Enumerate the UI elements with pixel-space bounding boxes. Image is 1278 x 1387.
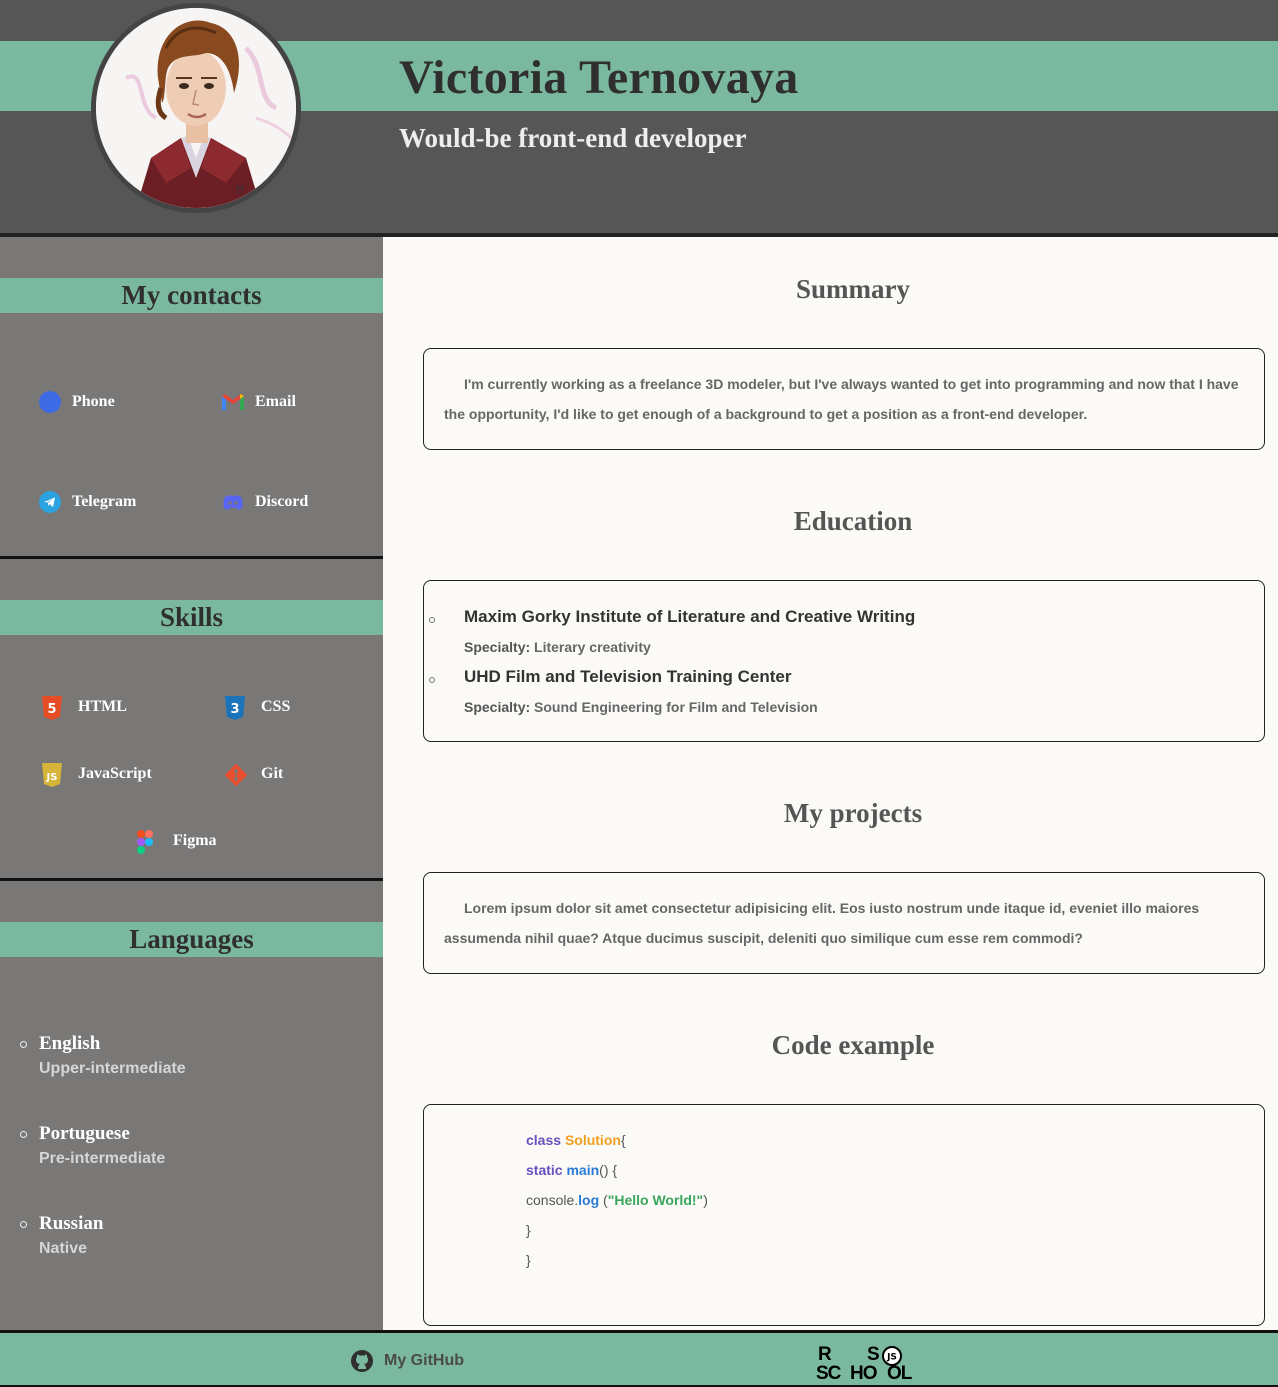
rs-logo-letter: S xyxy=(867,1344,880,1365)
code-string: "Hello World!" xyxy=(607,1192,704,1208)
js-badge-icon: JS xyxy=(882,1346,902,1366)
code-punct: ( xyxy=(599,1192,608,1208)
gmail-icon xyxy=(221,390,245,414)
contact-label: Phone xyxy=(72,393,115,410)
github-label: My GitHub xyxy=(384,1352,464,1369)
git-icon xyxy=(223,762,248,787)
telegram-icon xyxy=(38,490,62,514)
code-punct: { xyxy=(620,1132,626,1148)
rs-logo-letter: R xyxy=(818,1344,832,1365)
code-line: static main() { xyxy=(526,1155,708,1185)
javascript-icon: JS xyxy=(40,762,64,787)
sidebar-divider xyxy=(0,556,383,559)
code-example-card: class Solution{ static main() { console.… xyxy=(423,1104,1265,1326)
projects-text: Lorem ipsum dolor sit amet consectetur a… xyxy=(444,900,1200,946)
code-punct: ) xyxy=(703,1192,708,1208)
list-bullet xyxy=(20,1221,27,1228)
contact-label: Discord xyxy=(255,493,309,510)
rs-school-logo[interactable]: R S SC HO OL JS xyxy=(815,1345,925,1385)
specialty-label: Specialty: xyxy=(464,699,531,715)
institution-name: Maxim Gorky Institute of Literature and … xyxy=(464,607,916,626)
education-title: Education xyxy=(793,506,913,536)
specialty: Specialty: Sound Engineering for Film an… xyxy=(464,699,818,715)
skill-label: Git xyxy=(261,765,284,782)
contact-label: Email xyxy=(255,393,296,410)
contact-telegram[interactable]: Telegram xyxy=(38,490,136,514)
footer xyxy=(0,1333,1278,1385)
code-line: console.log ("Hello World!") xyxy=(526,1185,708,1215)
contact-email[interactable]: Email xyxy=(221,390,296,414)
discord-icon xyxy=(221,490,245,514)
svg-text:JS: JS xyxy=(886,1353,897,1363)
specialty-label: Specialty: xyxy=(464,639,531,655)
code-example-title: Code example xyxy=(771,1030,935,1060)
avatar: 卄 xyxy=(91,3,301,213)
skill-css: 3 CSS xyxy=(223,694,290,720)
projects-card: Lorem ipsum dolor sit amet consectetur a… xyxy=(423,872,1265,974)
contact-label: Telegram xyxy=(72,493,137,510)
skill-git: Git xyxy=(223,761,283,787)
github-icon xyxy=(350,1349,374,1373)
rs-logo-letter: SC xyxy=(816,1363,841,1384)
code-object: console. xyxy=(526,1192,579,1208)
code-punct: } xyxy=(526,1252,531,1268)
projects-title: My projects xyxy=(783,798,923,828)
language-level: Native xyxy=(39,1240,88,1257)
skill-label: Figma xyxy=(173,832,217,849)
list-bullet xyxy=(20,1131,27,1138)
languages-title: Languages xyxy=(0,922,383,957)
summary-text: I'm currently working as a freelance 3D … xyxy=(444,376,1239,422)
code-keyword: class xyxy=(526,1132,562,1148)
phone-icon xyxy=(38,390,62,414)
institution-name: UHD Film and Television Training Center xyxy=(464,667,792,686)
language-level: Upper-intermediate xyxy=(39,1060,186,1077)
code-punct: () { xyxy=(599,1162,618,1178)
education-card: Maxim Gorky Institute of Literature and … xyxy=(423,580,1265,742)
specialty-value: Sound Engineering for Film and Televisio… xyxy=(534,699,818,715)
code-block: class Solution{ static main() { console.… xyxy=(526,1125,708,1275)
figma-icon xyxy=(135,829,159,854)
svg-text:JS: JS xyxy=(46,772,58,783)
language-name: English xyxy=(39,1033,101,1054)
page-title: Victoria Ternovaya xyxy=(399,51,799,104)
svg-text:3: 3 xyxy=(230,702,239,717)
contact-phone[interactable]: Phone xyxy=(38,390,115,414)
sidebar-divider xyxy=(0,878,383,881)
skill-label: HTML xyxy=(78,698,127,715)
svg-text:5: 5 xyxy=(47,702,56,717)
summary-title: Summary xyxy=(796,274,910,304)
specialty: Specialty: Literary creativity xyxy=(464,639,651,655)
list-bullet xyxy=(429,617,435,623)
specialty-value: Literary creativity xyxy=(534,639,651,655)
skill-label: JavaScript xyxy=(78,765,152,782)
html5-icon: 5 xyxy=(40,695,64,720)
github-link[interactable]: My GitHub xyxy=(350,1349,464,1373)
css3-icon: 3 xyxy=(223,695,247,720)
avatar-portrait: 卄 xyxy=(96,8,296,208)
language-name: Portuguese xyxy=(39,1123,130,1144)
skill-figma: Figma xyxy=(135,828,217,854)
page-subtitle: Would-be front-end developer xyxy=(399,123,747,153)
skill-html: 5 HTML xyxy=(40,694,127,720)
summary-card: I'm currently working as a freelance 3D … xyxy=(423,348,1265,450)
list-bullet xyxy=(20,1041,27,1048)
code-keyword: static xyxy=(526,1162,563,1178)
svg-text:卄: 卄 xyxy=(234,182,246,196)
code-class-name: Solution xyxy=(564,1132,621,1148)
code-line: class Solution{ xyxy=(526,1125,708,1155)
language-level: Pre-intermediate xyxy=(39,1150,166,1167)
skills-title: Skills xyxy=(0,600,383,635)
rs-logo-letter: HO xyxy=(850,1363,877,1384)
skill-javascript: JS JavaScript xyxy=(40,761,152,787)
skill-label: CSS xyxy=(261,698,291,715)
code-line: } xyxy=(526,1245,708,1275)
contacts-title: My contacts xyxy=(0,278,383,313)
code-punct: } xyxy=(526,1222,531,1238)
list-bullet xyxy=(429,677,435,683)
contact-discord[interactable]: Discord xyxy=(221,490,308,514)
code-function: main xyxy=(566,1162,600,1178)
language-name: Russian xyxy=(39,1213,104,1234)
code-line: } xyxy=(526,1215,708,1245)
code-function: log xyxy=(578,1192,600,1208)
